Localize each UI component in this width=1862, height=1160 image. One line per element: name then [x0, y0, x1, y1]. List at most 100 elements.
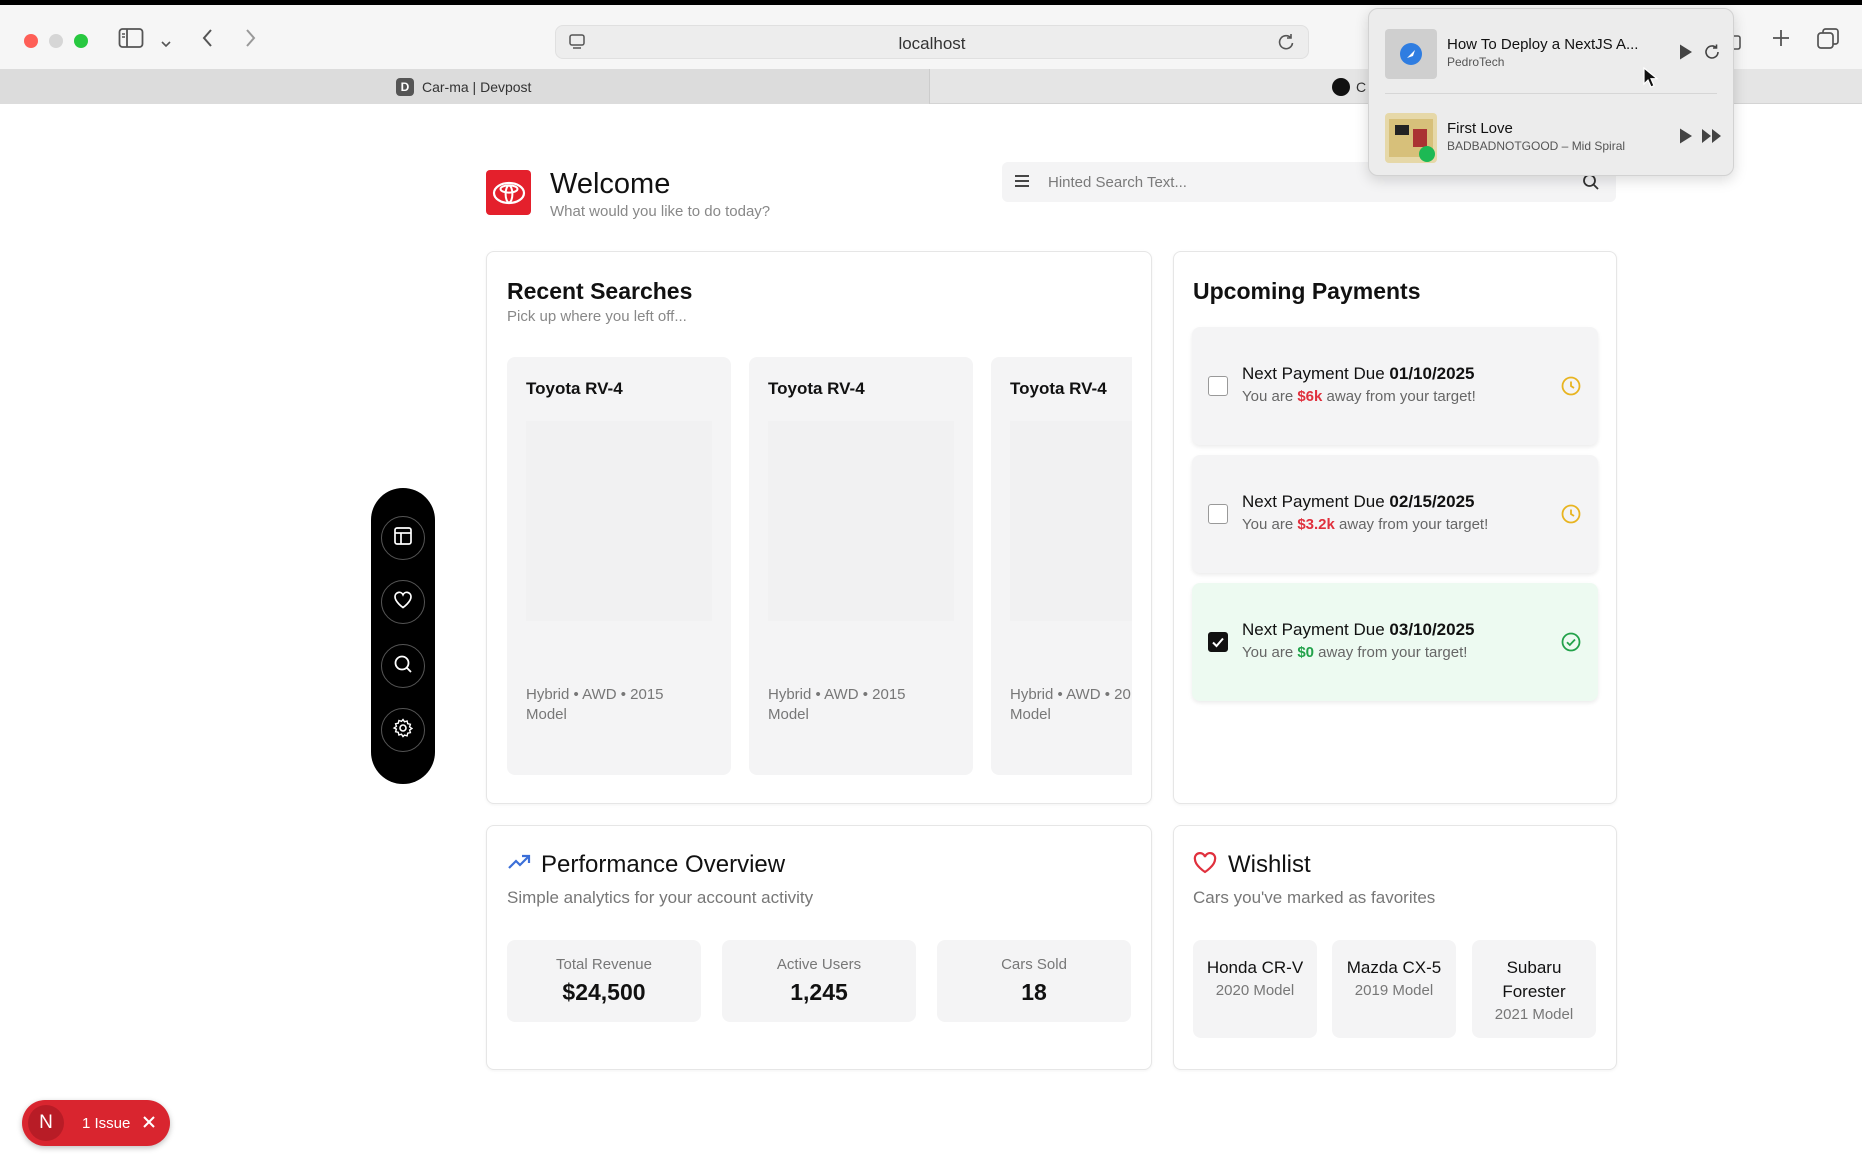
- back-icon[interactable]: [200, 27, 216, 56]
- car-image-placeholder: [768, 421, 954, 621]
- tab-overview-icon[interactable]: [1816, 27, 1840, 58]
- new-tab-icon[interactable]: [1770, 27, 1792, 56]
- mouse-cursor-icon: [1643, 66, 1659, 94]
- car-name: Toyota RV-4: [526, 379, 623, 398]
- media-subtitle: BADBADNOTGOOD – Mid Spiral: [1447, 139, 1626, 153]
- fast-forward-icon[interactable]: [1701, 127, 1723, 150]
- reload-icon[interactable]: [1276, 32, 1296, 57]
- trending-up-icon: [507, 852, 531, 877]
- layout-icon: [392, 525, 414, 552]
- performance-subtitle: Simple analytics for your account activi…: [507, 888, 814, 907]
- dashboard-button[interactable]: [381, 516, 425, 560]
- clock-icon: [1560, 503, 1582, 530]
- favorites-button[interactable]: [381, 580, 425, 624]
- payment-item[interactable]: Next Payment Due 01/10/2025 You are $6k …: [1192, 327, 1598, 445]
- stat-label: Total Revenue: [556, 956, 652, 973]
- media-item[interactable]: How To Deploy a NextJS A... PedroTech: [1385, 25, 1719, 81]
- recent-search-item[interactable]: Toyota RV-4 Hybrid • AWD • 2015 Model: [507, 357, 731, 775]
- close-window-button[interactable]: [24, 34, 38, 48]
- heart-icon: [1193, 852, 1217, 879]
- payment-label: Next Payment Due: [1242, 364, 1390, 383]
- stat-label: Active Users: [776, 956, 862, 973]
- payment-label: Next Payment Due: [1242, 620, 1390, 639]
- car-name: Toyota RV-4: [768, 379, 865, 398]
- recent-search-item[interactable]: Toyota RV-4 Hybrid • AWD • 2015 Model: [749, 357, 973, 775]
- wishlist-item[interactable]: Mazda CX-5 2019 Model: [1332, 940, 1456, 1038]
- tab-car-ma[interactable]: D Car-ma | Devpost: [0, 69, 930, 104]
- car-details: Hybrid • AWD • 2015 Model: [768, 686, 906, 723]
- tab-title-partial[interactable]: C: [1356, 79, 1366, 95]
- zoom-window-button[interactable]: [74, 34, 88, 48]
- payment-item[interactable]: Next Payment Due 03/10/2025 You are $0 a…: [1192, 583, 1598, 701]
- address-text: localhost: [898, 34, 966, 53]
- page-subtitle: What would you like to do today?: [550, 203, 771, 220]
- car-details: Hybrid • AWD • 2015 Model: [1010, 686, 1132, 723]
- divider: [1385, 93, 1717, 94]
- menu-icon[interactable]: [1012, 171, 1032, 196]
- media-thumbnail: [1385, 29, 1437, 79]
- media-title: How To Deploy a NextJS A...: [1447, 36, 1639, 53]
- car-image-placeholder: [526, 421, 712, 621]
- heart-icon: [392, 589, 414, 616]
- replay-icon[interactable]: [1703, 43, 1721, 66]
- media-subtitle: PedroTech: [1447, 55, 1505, 69]
- minimize-window-button[interactable]: [49, 34, 63, 48]
- media-title: First Love: [1447, 120, 1513, 137]
- payment-checkbox[interactable]: [1208, 376, 1228, 396]
- wishlist-item[interactable]: Honda CR-V 2020 Model: [1193, 940, 1317, 1038]
- media-item[interactable]: First Love BADBADNOTGOOD – Mid Spiral: [1385, 109, 1721, 165]
- recent-searches-subtitle: Pick up where you left off...: [507, 308, 687, 325]
- search-button[interactable]: [381, 644, 425, 688]
- sidebar-nav: [371, 488, 435, 784]
- sidebar-toggle-icon[interactable]: [118, 27, 144, 56]
- stat-cars-sold: Cars Sold 18: [937, 940, 1131, 1022]
- payment-amount: $6k: [1297, 388, 1323, 405]
- stat-value: $24,500: [562, 979, 646, 1005]
- car-image-placeholder: [1010, 421, 1132, 621]
- check-circle-icon: [1560, 631, 1582, 658]
- issue-count-label: 1 Issue: [82, 1114, 131, 1132]
- play-icon[interactable]: [1678, 127, 1694, 150]
- payment-date: 03/10/2025: [1389, 620, 1475, 639]
- payment-date: 02/15/2025: [1389, 492, 1475, 511]
- recent-search-item[interactable]: Toyota RV-4 Hybrid • AWD • 2015 Model: [991, 357, 1132, 775]
- gear-icon: [392, 717, 414, 744]
- payment-checkbox[interactable]: [1208, 632, 1228, 652]
- now-playing-popup: How To Deploy a NextJS A... PedroTech Fi…: [1368, 8, 1734, 176]
- stat-label: Cars Sold: [1001, 956, 1067, 973]
- wishlist-car-year: 2020 Model: [1215, 982, 1295, 999]
- payment-label: Next Payment Due: [1242, 492, 1390, 511]
- car-name: Toyota RV-4: [1010, 379, 1107, 398]
- wishlist-car-year: 2019 Model: [1354, 982, 1434, 999]
- forward-icon[interactable]: [242, 27, 258, 56]
- devpost-favicon-icon: D: [396, 78, 414, 96]
- wishlist-car-name: Mazda CX-5: [1346, 958, 1442, 977]
- payment-amount: $3.2k: [1297, 516, 1335, 533]
- tab-favicon-icon[interactable]: [1332, 78, 1350, 96]
- search-icon: [392, 653, 414, 680]
- album-art: [1385, 113, 1437, 163]
- wishlist-car-name: Subaru Forester: [1502, 958, 1566, 1001]
- payment-checkbox[interactable]: [1208, 504, 1228, 524]
- stat-active-users: Active Users 1,245: [722, 940, 916, 1022]
- tab-title: Car-ma | Devpost: [422, 79, 532, 95]
- payment-item[interactable]: Next Payment Due 02/15/2025 You are $3.2…: [1192, 455, 1598, 573]
- stat-total-revenue: Total Revenue $24,500: [507, 940, 701, 1022]
- address-bar[interactable]: localhost: [555, 25, 1309, 59]
- close-icon[interactable]: [142, 1113, 156, 1134]
- chevron-down-icon[interactable]: [160, 29, 172, 57]
- play-icon[interactable]: [1678, 43, 1694, 66]
- search-icon[interactable]: [1582, 173, 1600, 196]
- performance-title: Performance Overview: [541, 851, 786, 878]
- toyota-logo: [486, 170, 531, 215]
- wishlist-subtitle: Cars you've marked as favorites: [1193, 888, 1436, 907]
- stat-value: 1,245: [790, 979, 848, 1005]
- wishlist-car-name: Honda CR-V: [1206, 958, 1304, 977]
- payment-amount: $0: [1297, 644, 1315, 661]
- wishlist-item[interactable]: Subaru Forester 2021 Model: [1472, 940, 1596, 1038]
- clock-icon: [1560, 375, 1582, 402]
- wishlist-title: Wishlist: [1228, 851, 1311, 878]
- page-title: Welcome: [550, 168, 671, 200]
- settings-button[interactable]: [381, 708, 425, 752]
- issues-badge[interactable]: N 1 Issue: [22, 1100, 170, 1146]
